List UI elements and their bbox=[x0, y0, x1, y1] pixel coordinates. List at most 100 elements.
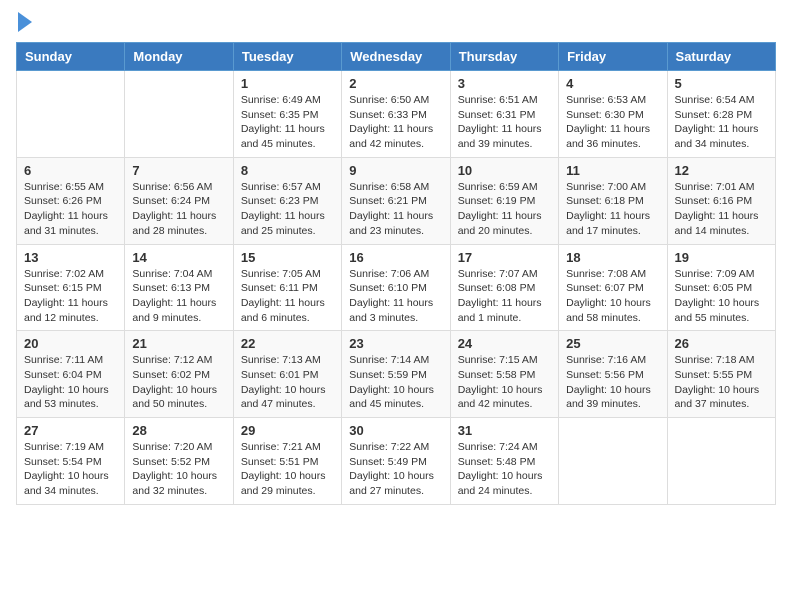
day-number: 6 bbox=[24, 163, 117, 178]
day-number: 22 bbox=[241, 336, 334, 351]
calendar-cell: 15 Sunrise: 7:05 AMSunset: 6:11 PMDayligh… bbox=[233, 244, 341, 331]
day-info: Sunrise: 6:58 AMSunset: 6:21 PMDaylight:… bbox=[349, 180, 442, 239]
day-number: 27 bbox=[24, 423, 117, 438]
day-number: 31 bbox=[458, 423, 551, 438]
day-header-wednesday: Wednesday bbox=[342, 43, 450, 71]
day-number: 16 bbox=[349, 250, 442, 265]
day-number: 21 bbox=[132, 336, 225, 351]
day-number: 13 bbox=[24, 250, 117, 265]
day-number: 24 bbox=[458, 336, 551, 351]
calendar-header-row: SundayMondayTuesdayWednesdayThursdayFrid… bbox=[17, 43, 776, 71]
day-info: Sunrise: 7:14 AMSunset: 5:59 PMDaylight:… bbox=[349, 353, 442, 412]
calendar-cell: 17 Sunrise: 7:07 AMSunset: 6:08 PMDayligh… bbox=[450, 244, 558, 331]
day-number: 3 bbox=[458, 76, 551, 91]
calendar-cell: 4 Sunrise: 6:53 AMSunset: 6:30 PMDaylight… bbox=[559, 71, 667, 158]
day-info: Sunrise: 6:51 AMSunset: 6:31 PMDaylight:… bbox=[458, 93, 551, 152]
day-number: 29 bbox=[241, 423, 334, 438]
day-info: Sunrise: 6:55 AMSunset: 6:26 PMDaylight:… bbox=[24, 180, 117, 239]
day-number: 8 bbox=[241, 163, 334, 178]
calendar-cell: 2 Sunrise: 6:50 AMSunset: 6:33 PMDaylight… bbox=[342, 71, 450, 158]
calendar-cell: 11 Sunrise: 7:00 AMSunset: 6:18 PMDayligh… bbox=[559, 157, 667, 244]
calendar-cell: 13 Sunrise: 7:02 AMSunset: 6:15 PMDayligh… bbox=[17, 244, 125, 331]
calendar-week-row: 13 Sunrise: 7:02 AMSunset: 6:15 PMDayligh… bbox=[17, 244, 776, 331]
day-info: Sunrise: 7:07 AMSunset: 6:08 PMDaylight:… bbox=[458, 267, 551, 326]
calendar-cell: 12Sunrise: 7:01 AMSunset: 6:16 PMDayligh… bbox=[667, 157, 775, 244]
calendar-cell bbox=[559, 418, 667, 505]
logo-arrow-icon bbox=[18, 12, 32, 32]
day-number: 19 bbox=[675, 250, 768, 265]
day-header-saturday: Saturday bbox=[667, 43, 775, 71]
day-info: Sunrise: 7:11 AMSunset: 6:04 PMDaylight:… bbox=[24, 353, 117, 412]
calendar-cell: 18 Sunrise: 7:08 AMSunset: 6:07 PMDayligh… bbox=[559, 244, 667, 331]
day-info: Sunrise: 6:57 AMSunset: 6:23 PMDaylight:… bbox=[241, 180, 334, 239]
calendar-cell: 25 Sunrise: 7:16 AMSunset: 5:56 PMDayligh… bbox=[559, 331, 667, 418]
calendar-cell: 19 Sunrise: 7:09 AMSunset: 6:05 PMDayligh… bbox=[667, 244, 775, 331]
day-info: Sunrise: 7:04 AMSunset: 6:13 PMDaylight:… bbox=[132, 267, 225, 326]
day-number: 1 bbox=[241, 76, 334, 91]
day-number: 11 bbox=[566, 163, 659, 178]
day-info: Sunrise: 7:20 AMSunset: 5:52 PMDaylight:… bbox=[132, 440, 225, 499]
day-info: Sunrise: 7:05 AMSunset: 6:11 PMDaylight:… bbox=[241, 267, 334, 326]
day-info: Sunrise: 6:50 AMSunset: 6:33 PMDaylight:… bbox=[349, 93, 442, 152]
day-info: Sunrise: 6:53 AMSunset: 6:30 PMDaylight:… bbox=[566, 93, 659, 152]
calendar-cell: 6 Sunrise: 6:55 AMSunset: 6:26 PMDaylight… bbox=[17, 157, 125, 244]
calendar-cell bbox=[125, 71, 233, 158]
day-info: Sunrise: 7:13 AMSunset: 6:01 PMDaylight:… bbox=[241, 353, 334, 412]
day-number: 26 bbox=[675, 336, 768, 351]
calendar-cell bbox=[667, 418, 775, 505]
calendar-cell: 29 Sunrise: 7:21 AMSunset: 5:51 PMDayligh… bbox=[233, 418, 341, 505]
day-number: 18 bbox=[566, 250, 659, 265]
day-number: 25 bbox=[566, 336, 659, 351]
calendar-cell: 14 Sunrise: 7:04 AMSunset: 6:13 PMDayligh… bbox=[125, 244, 233, 331]
day-info: Sunrise: 7:21 AMSunset: 5:51 PMDaylight:… bbox=[241, 440, 334, 499]
day-number: 28 bbox=[132, 423, 225, 438]
day-number: 7 bbox=[132, 163, 225, 178]
day-info: Sunrise: 7:16 AMSunset: 5:56 PMDaylight:… bbox=[566, 353, 659, 412]
calendar-cell: 16 Sunrise: 7:06 AMSunset: 6:10 PMDayligh… bbox=[342, 244, 450, 331]
calendar-cell: 26Sunrise: 7:18 AMSunset: 5:55 PMDayligh… bbox=[667, 331, 775, 418]
day-number: 2 bbox=[349, 76, 442, 91]
day-info: Sunrise: 6:56 AMSunset: 6:24 PMDaylight:… bbox=[132, 180, 225, 239]
logo bbox=[16, 16, 32, 32]
day-number: 30 bbox=[349, 423, 442, 438]
calendar-cell: 3 Sunrise: 6:51 AMSunset: 6:31 PMDaylight… bbox=[450, 71, 558, 158]
calendar-cell: 31 Sunrise: 7:24 AMSunset: 5:48 PMDayligh… bbox=[450, 418, 558, 505]
calendar-week-row: 1Sunrise: 6:49 AMSunset: 6:35 PMDaylight… bbox=[17, 71, 776, 158]
day-number: 9 bbox=[349, 163, 442, 178]
day-number: 14 bbox=[132, 250, 225, 265]
day-number: 4 bbox=[566, 76, 659, 91]
calendar-cell: 22 Sunrise: 7:13 AMSunset: 6:01 PMDayligh… bbox=[233, 331, 341, 418]
day-info: Sunrise: 6:54 AMSunset: 6:28 PMDaylight:… bbox=[675, 93, 768, 152]
calendar-week-row: 27 Sunrise: 7:19 AMSunset: 5:54 PMDayligh… bbox=[17, 418, 776, 505]
day-info: Sunrise: 7:24 AMSunset: 5:48 PMDaylight:… bbox=[458, 440, 551, 499]
day-info: Sunrise: 7:15 AMSunset: 5:58 PMDaylight:… bbox=[458, 353, 551, 412]
day-header-tuesday: Tuesday bbox=[233, 43, 341, 71]
day-number: 10 bbox=[458, 163, 551, 178]
day-number: 23 bbox=[349, 336, 442, 351]
page-header bbox=[16, 16, 776, 32]
day-info: Sunrise: 7:06 AMSunset: 6:10 PMDaylight:… bbox=[349, 267, 442, 326]
day-info: Sunrise: 7:19 AMSunset: 5:54 PMDaylight:… bbox=[24, 440, 117, 499]
calendar-cell: 8 Sunrise: 6:57 AMSunset: 6:23 PMDaylight… bbox=[233, 157, 341, 244]
day-info: Sunrise: 7:09 AMSunset: 6:05 PMDaylight:… bbox=[675, 267, 768, 326]
day-info: Sunrise: 7:12 AMSunset: 6:02 PMDaylight:… bbox=[132, 353, 225, 412]
day-header-friday: Friday bbox=[559, 43, 667, 71]
day-number: 5 bbox=[675, 76, 768, 91]
calendar-cell: 30 Sunrise: 7:22 AMSunset: 5:49 PMDayligh… bbox=[342, 418, 450, 505]
day-info: Sunrise: 7:00 AMSunset: 6:18 PMDaylight:… bbox=[566, 180, 659, 239]
day-header-sunday: Sunday bbox=[17, 43, 125, 71]
day-info: Sunrise: 7:08 AMSunset: 6:07 PMDaylight:… bbox=[566, 267, 659, 326]
calendar-cell: 5 Sunrise: 6:54 AMSunset: 6:28 PMDaylight… bbox=[667, 71, 775, 158]
day-info: Sunrise: 7:22 AMSunset: 5:49 PMDaylight:… bbox=[349, 440, 442, 499]
day-info: Sunrise: 6:59 AMSunset: 6:19 PMDaylight:… bbox=[458, 180, 551, 239]
day-info: Sunrise: 7:01 AMSunset: 6:16 PMDaylight:… bbox=[675, 180, 768, 239]
calendar-cell: 21 Sunrise: 7:12 AMSunset: 6:02 PMDayligh… bbox=[125, 331, 233, 418]
calendar-cell: 7 Sunrise: 6:56 AMSunset: 6:24 PMDaylight… bbox=[125, 157, 233, 244]
calendar-cell: 10 Sunrise: 6:59 AMSunset: 6:19 PMDayligh… bbox=[450, 157, 558, 244]
calendar-cell: 27 Sunrise: 7:19 AMSunset: 5:54 PMDayligh… bbox=[17, 418, 125, 505]
day-number: 15 bbox=[241, 250, 334, 265]
calendar-cell: 1Sunrise: 6:49 AMSunset: 6:35 PMDaylight… bbox=[233, 71, 341, 158]
day-number: 17 bbox=[458, 250, 551, 265]
day-info: Sunrise: 7:02 AMSunset: 6:15 PMDaylight:… bbox=[24, 267, 117, 326]
calendar-table: SundayMondayTuesdayWednesdayThursdayFrid… bbox=[16, 42, 776, 505]
